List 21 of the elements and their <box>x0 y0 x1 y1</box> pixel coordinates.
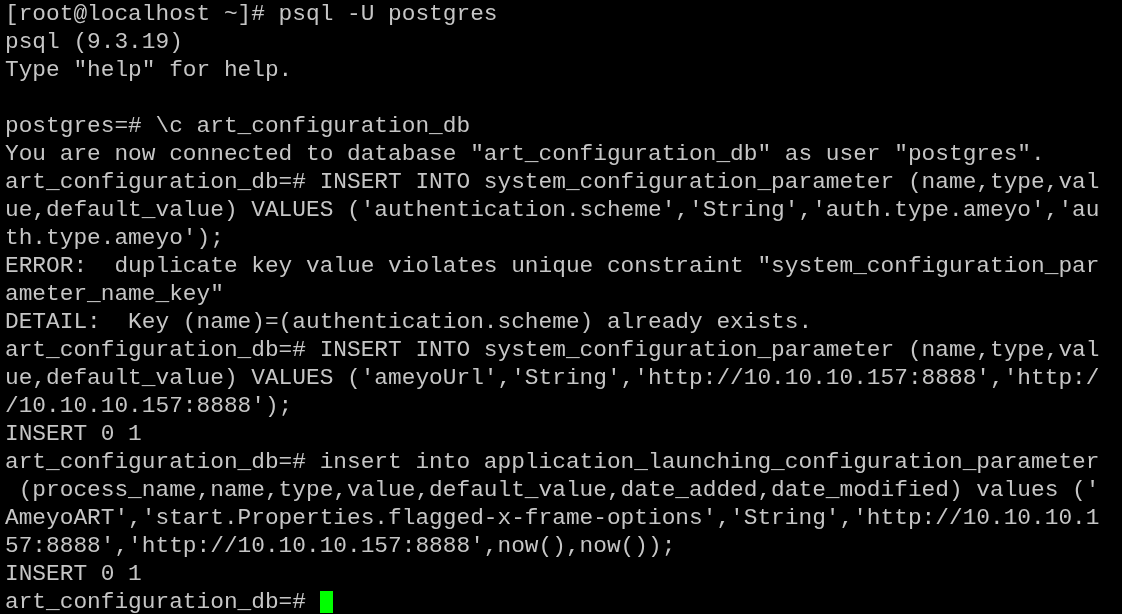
terminal-line: postgres=# \c art_configuration_db <box>5 112 471 140</box>
terminal-line: art_configuration_db=# INSERT INTO system_configuration_parameter (name,type,val <box>5 336 1100 364</box>
prompt-text: art_configuration_db=# <box>5 588 307 614</box>
terminal-line: ue,default_value) VALUES ('authentication.scheme','String','auth.type.ameyo','au <box>5 196 1100 224</box>
terminal-line: [root@localhost ~]# psql -U postgres <box>5 0 498 28</box>
terminal-line: ue,default_value) VALUES ('ameyoUrl','String','http://10.10.10.157:8888','http:/ <box>5 364 1100 392</box>
terminal-line: 57:8888','http://10.10.10.157:8888',now(),now()); <box>5 532 676 560</box>
terminal-line: DETAIL: Key (name)=(authentication.scheme) already exists. <box>5 308 813 336</box>
terminal-line: art_configuration_db=# INSERT INTO system_configuration_parameter (name,type,val <box>5 168 1100 196</box>
terminal-line: You are now connected to database "art_configuration_db" as user "postgres". <box>5 140 1045 168</box>
terminal-line: ERROR: duplicate key value violates unique constraint "system_configuration_par <box>5 252 1100 280</box>
terminal-line: Type "help" for help. <box>5 56 293 84</box>
terminal-line: INSERT 0 1 <box>5 560 142 588</box>
terminal-line: (process_name,name,type,value,default_value,date_added,date_modified) values (' <box>17 476 1100 504</box>
terminal-line: th.type.ameyo'); <box>5 224 224 252</box>
terminal-line: ameter_name_key" <box>5 280 224 308</box>
terminal-line: INSERT 0 1 <box>5 420 142 448</box>
terminal-line: /10.10.10.157:8888'); <box>5 392 293 420</box>
terminal-line: art_configuration_db=# insert into application_launching_configuration_parameter <box>5 448 1100 476</box>
terminal-line: psql (9.3.19) <box>5 28 183 56</box>
terminal-line: AmeyoART','start.Properties.flagged-x-frame-options','String','http://10.10.10.1 <box>5 504 1100 532</box>
